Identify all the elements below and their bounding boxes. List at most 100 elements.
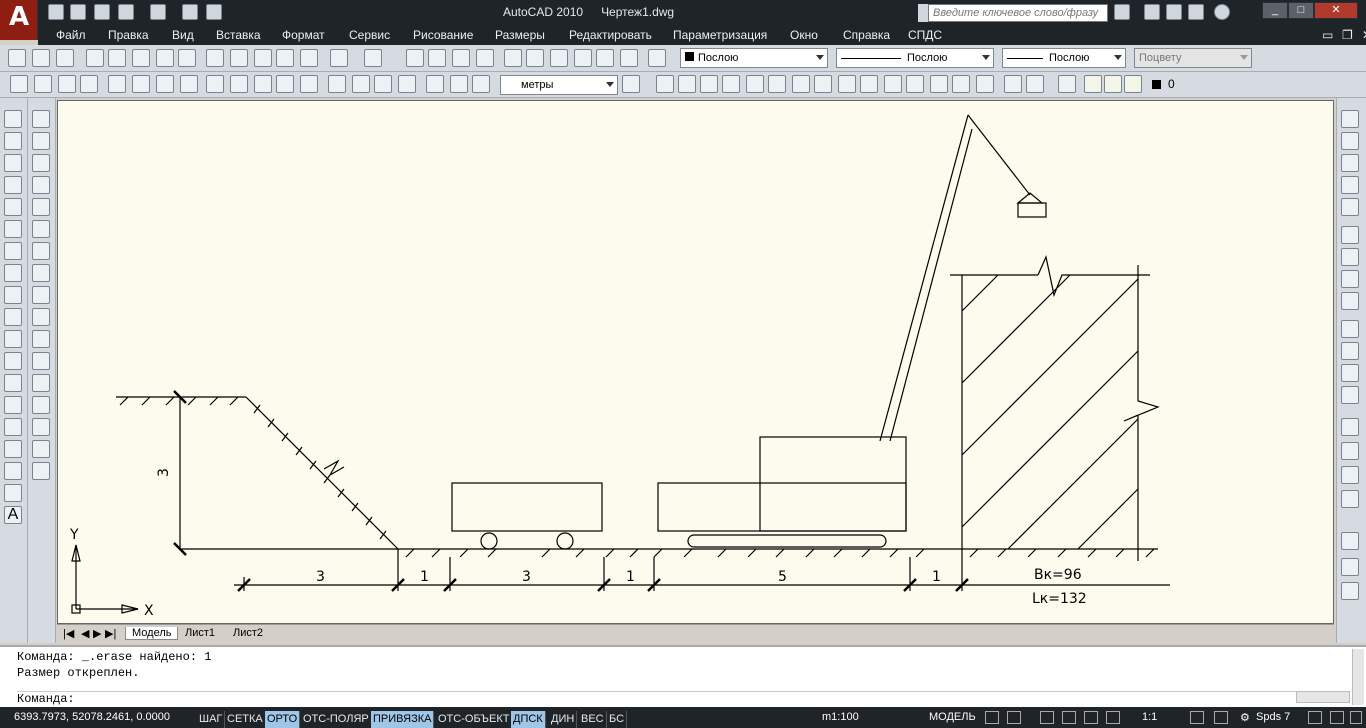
command-scrollbar[interactable] — [1352, 649, 1364, 705]
dim-update-icon[interactable] — [472, 75, 490, 93]
menu-format[interactable]: Формат — [282, 28, 325, 42]
plot-icon[interactable] — [86, 49, 104, 67]
dim-aligned-icon[interactable] — [34, 75, 52, 93]
command-window[interactable]: Команда: _.erase найдено: 1 Размер откре… — [0, 645, 1366, 707]
spline-icon[interactable] — [4, 286, 22, 304]
spds-dim-rotated-icon[interactable] — [1341, 176, 1359, 194]
toggle-lwt[interactable]: ВЕС — [579, 711, 607, 728]
chamfer-icon[interactable] — [32, 418, 50, 436]
publish-icon[interactable] — [132, 49, 150, 67]
dim-arc-icon[interactable] — [58, 75, 76, 93]
lock-icon[interactable] — [1308, 711, 1322, 724]
erase-icon[interactable] — [32, 110, 50, 128]
menu-insert[interactable]: Вставка — [216, 28, 261, 42]
spds-12-icon[interactable] — [906, 75, 924, 93]
layer-lock-icon[interactable] — [1124, 75, 1142, 93]
doc-close-icon[interactable]: ✕ — [1362, 28, 1366, 42]
dim-style-icon[interactable] — [622, 75, 640, 93]
arc-icon[interactable] — [4, 220, 22, 238]
make-block-icon[interactable] — [4, 374, 22, 392]
spds-dim-chain-icon[interactable] — [1341, 292, 1359, 310]
menu-file[interactable]: Файл — [56, 28, 86, 42]
help-icon[interactable] — [648, 49, 666, 67]
mtext-icon[interactable]: A — [4, 506, 22, 524]
spds-dim-aligned-icon[interactable] — [1341, 154, 1359, 172]
units-combo[interactable]: метры — [500, 75, 618, 95]
toggle-dyn[interactable]: ДИН — [549, 711, 578, 728]
tab-nav-first-icon[interactable]: |◀ — [63, 627, 74, 640]
spds-4-icon[interactable] — [722, 75, 740, 93]
ellipse-icon[interactable] — [4, 308, 22, 326]
linetype-combo[interactable]: Послою — [836, 48, 994, 68]
toggle-osnap[interactable]: ПРИВЯЗКА — [371, 711, 435, 728]
toggle-qp[interactable]: БС — [607, 711, 628, 728]
gradient-icon[interactable] — [4, 440, 22, 458]
select-icon[interactable] — [1341, 110, 1359, 128]
menu-dimension[interactable]: Размеры — [495, 28, 545, 42]
extend-icon[interactable] — [32, 330, 50, 348]
help-icon[interactable] — [1214, 4, 1230, 20]
redo-icon[interactable] — [364, 49, 382, 67]
statusbar-menu-icon[interactable] — [1330, 711, 1344, 724]
undo-icon[interactable] — [118, 4, 134, 20]
menu-edit[interactable]: Правка — [108, 28, 149, 42]
menu-draw[interactable]: Рисование — [413, 28, 473, 42]
model-space-button[interactable]: МОДЕЛЬ — [929, 711, 976, 723]
spds-11-icon[interactable] — [884, 75, 902, 93]
dim-linear-icon[interactable] — [10, 75, 28, 93]
dim-baseline-icon[interactable] — [230, 75, 248, 93]
paste-icon[interactable] — [254, 49, 272, 67]
lineweight-combo[interactable]: Послою — [1002, 48, 1126, 68]
3d-dwf-icon[interactable] — [156, 49, 174, 67]
spds-1-icon[interactable] — [656, 75, 674, 93]
calculator-icon[interactable] — [620, 49, 638, 67]
spds-2-icon[interactable] — [678, 75, 696, 93]
spds-dim-ordinate-icon[interactable] — [1341, 320, 1359, 338]
spds-16-icon[interactable] — [1004, 75, 1022, 93]
zoom-status-icon[interactable] — [1062, 711, 1076, 724]
dim-break-icon[interactable] — [300, 75, 318, 93]
layer-on-icon[interactable] — [1084, 75, 1102, 93]
spds-7-icon[interactable] — [792, 75, 810, 93]
menu-modify[interactable]: Редактировать — [569, 28, 652, 42]
doc-minimize-icon[interactable]: ▭ — [1322, 28, 1333, 42]
explode-icon[interactable] — [32, 462, 50, 480]
new-icon[interactable] — [48, 4, 64, 20]
clean-screen-icon[interactable] — [1350, 711, 1362, 724]
spds-15-icon[interactable] — [976, 75, 994, 93]
trim-icon[interactable] — [32, 308, 50, 326]
coordinates-readout[interactable]: 6393.7973, 52078.2461, 0.0000 — [14, 711, 170, 723]
break-at-point-icon[interactable] — [32, 352, 50, 370]
search-input[interactable]: Введите ключевое слово/фразу — [928, 4, 1108, 22]
workspace-name[interactable]: Spds 7 — [1256, 711, 1290, 723]
copy-icon[interactable] — [230, 49, 248, 67]
spds-scale[interactable]: m1:100 — [822, 711, 859, 723]
sheet-set-icon[interactable] — [574, 49, 592, 67]
favorites-icon[interactable] — [1188, 4, 1204, 20]
construction-line-icon[interactable] — [4, 132, 22, 150]
showmotion-icon[interactable] — [1106, 711, 1120, 724]
toggle-ducs[interactable]: ДПСК — [511, 711, 546, 728]
maximize-button[interactable]: □ — [1288, 2, 1314, 19]
rotate-icon[interactable] — [32, 242, 50, 260]
open-icon[interactable] — [32, 49, 50, 67]
doc-restore-icon[interactable]: ❐ — [1342, 28, 1353, 42]
app-menu-button[interactable]: A — [0, 0, 38, 40]
copy-object-icon[interactable] — [32, 132, 50, 150]
design-center-icon[interactable] — [526, 49, 544, 67]
tool-palettes-icon[interactable] — [550, 49, 568, 67]
cut-icon[interactable] — [206, 49, 224, 67]
region-icon[interactable] — [4, 462, 22, 480]
break-icon[interactable] — [32, 374, 50, 392]
communication-icon[interactable] — [1166, 4, 1182, 20]
menu-help[interactable]: Справка — [843, 28, 890, 42]
rectangle-icon[interactable] — [4, 198, 22, 216]
spds-dim-baseline-icon[interactable] — [1341, 342, 1359, 360]
match-properties-icon[interactable] — [276, 49, 294, 67]
menu-parametric[interactable]: Параметризация — [673, 28, 767, 42]
tab-layout1[interactable]: Лист1 — [185, 627, 215, 639]
join-icon[interactable] — [32, 396, 50, 414]
toggle-grid[interactable]: СЕТКА — [225, 711, 266, 728]
close-button[interactable]: ✕ — [1314, 2, 1358, 19]
dim-edit-icon[interactable] — [426, 75, 444, 93]
